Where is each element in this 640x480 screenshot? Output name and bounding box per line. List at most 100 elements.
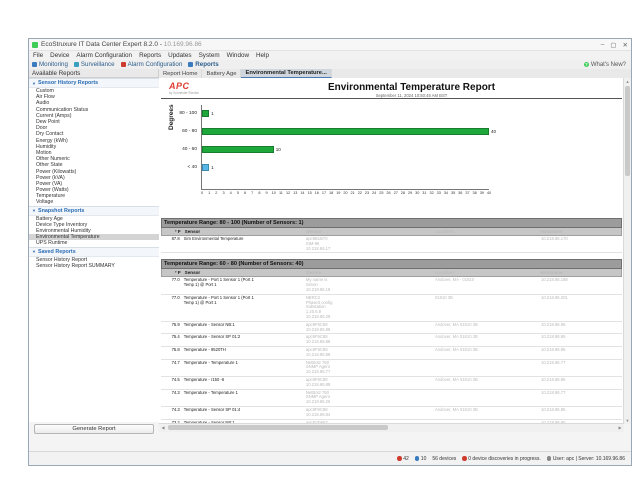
- perspective-surveillance[interactable]: Surveillance: [74, 61, 115, 68]
- table-row[interactable]: 75.4Temperature - Sensor SP 01:2apc9F9C8…: [161, 334, 622, 347]
- perspective-label: Monitoring: [39, 61, 68, 68]
- whats-new-link[interactable]: ?What's New?: [584, 62, 628, 68]
- menu-item-system[interactable]: System: [199, 52, 220, 59]
- cell-sensor: Temperature - Sensor SP 01:2: [182, 334, 304, 346]
- chart-x-tick-label: 29: [408, 191, 412, 195]
- cell-loc: Andover, MA - 01810: [433, 277, 539, 293]
- cell-sensor: Temperature - Temperature 1: [182, 360, 304, 376]
- menu-item-help[interactable]: Help: [256, 52, 269, 59]
- chart-x-tick-label: 38: [473, 191, 477, 195]
- temperature-bar-chart: Degrees 14010101234567891011121314151617…: [159, 102, 624, 214]
- table-row[interactable]: 77.0Temperature - Port 1 Sensor 1 (Port …: [161, 277, 622, 294]
- table-column-header-row: ° FSensorDeviceLocationHostname: [161, 269, 622, 277]
- chart-x-tick-label: 31: [422, 191, 426, 195]
- column-header-f[interactable]: ° F: [162, 228, 183, 235]
- app-icon: [32, 42, 38, 48]
- minimize-icon[interactable]: –: [601, 41, 605, 49]
- chart-x-tick-label: 13: [293, 191, 297, 195]
- title-bar[interactable]: EcoStruxure IT Data Center Expert 8.2.0 …: [29, 39, 631, 51]
- menu-item-device[interactable]: Device: [50, 52, 69, 59]
- sidebar-section-snapshot-reports[interactable]: ▼Snapshot Reports: [29, 206, 159, 216]
- sidebar-section-saved-reports[interactable]: ▼Saved Reports: [29, 247, 159, 257]
- cell-loc: Andover, MA 01810 3B: [433, 334, 539, 346]
- sidebar-section-title: Sensor History Reports: [38, 80, 98, 86]
- column-header-device[interactable]: Device: [304, 269, 433, 276]
- sidebar-item-sensor-history-report-summary[interactable]: Sensor History Report SUMMARY: [29, 263, 159, 269]
- cell-f: 75.4: [161, 334, 182, 346]
- cell-sensor: Temperature - Sensor NB:1: [182, 322, 304, 334]
- sidebar-section-sensor-history-reports[interactable]: ▼Sensor History Reports: [29, 78, 159, 88]
- column-header-loc[interactable]: Location: [433, 228, 539, 235]
- window-title: EcoStruxure IT Data Center Expert 8.2.0 …: [41, 41, 202, 48]
- table-row[interactable]: 75.8Temperature - 9520THapc9F9C8810.218.…: [161, 347, 622, 360]
- scroll-down-icon[interactable]: ▼: [624, 417, 631, 424]
- column-header-host[interactable]: Hostname: [538, 269, 621, 276]
- table-row[interactable]: 87.8Sim Environmental Temperatureapc9B1B…: [161, 236, 622, 253]
- menu-item-window[interactable]: Window: [227, 52, 249, 59]
- chart-x-tick-label: 19: [336, 191, 340, 195]
- status-segment[interactable]: 56 devices: [432, 456, 456, 462]
- prog-status-icon: [462, 456, 467, 461]
- column-header-loc[interactable]: Location: [433, 269, 539, 276]
- info-status-icon: [415, 456, 420, 461]
- status-segment[interactable]: 10: [415, 456, 427, 462]
- status-text: 10: [421, 456, 427, 462]
- status-segment[interactable]: 0 device discoveries in progress.: [462, 456, 541, 462]
- perspective-reports[interactable]: Reports: [188, 61, 218, 68]
- generate-report-button[interactable]: Generate Report: [34, 424, 154, 434]
- cell-f: 77.0: [161, 295, 182, 321]
- table-row[interactable]: 74.3Temperature - Temperature 1NetBotz 7…: [161, 390, 622, 407]
- table-row[interactable]: 74.7Temperature - Temperature 1NetBotz 7…: [161, 360, 622, 377]
- menu-item-updates[interactable]: Updates: [168, 52, 191, 59]
- scroll-right-icon[interactable]: ▶: [616, 424, 624, 432]
- chart-bar[interactable]: [202, 164, 209, 171]
- apc-logo: APC by Schneider Electric: [169, 82, 199, 95]
- cell-device: NetBotz 750SNMP Agent10.218.86.77: [304, 360, 433, 376]
- column-header-sensor[interactable]: Sensor: [183, 228, 305, 235]
- status-text: User: apc | Server: 10.169.96.86: [553, 456, 625, 462]
- cell-f: 74.3: [161, 407, 182, 419]
- tab-environmental-temperature-[interactable]: Environmental Temperature...: [241, 69, 331, 78]
- column-header-host[interactable]: Hostname: [538, 228, 621, 235]
- tab-report-home[interactable]: Report Home: [159, 69, 202, 78]
- table-row[interactable]: 74.5Temperature - r150 -6apc9F9C8810.218…: [161, 377, 622, 390]
- menu-item-alarm-configuration[interactable]: Alarm Configuration: [76, 52, 132, 59]
- column-header-sensor[interactable]: Sensor: [183, 269, 305, 276]
- cell-device: apc9F9C8810.218.86.84: [304, 407, 433, 419]
- cell-f: 74.5: [161, 377, 182, 389]
- perspective-alarm-configuration[interactable]: Alarm Configuration: [121, 61, 183, 68]
- maximize-icon[interactable]: ▢: [610, 41, 616, 49]
- scroll-left-icon[interactable]: ◀: [159, 424, 167, 432]
- chart-x-tick-label: 33: [437, 191, 441, 195]
- column-header-device[interactable]: Device: [304, 228, 433, 235]
- cell-loc: [433, 236, 539, 252]
- vertical-scroll-thumb[interactable]: [625, 86, 630, 176]
- horizontal-scroll-thumb[interactable]: [168, 425, 388, 430]
- tab-battery-age[interactable]: Battery Age: [202, 69, 241, 78]
- status-segment[interactable]: 42: [397, 456, 409, 462]
- chart-bar[interactable]: [202, 128, 489, 135]
- chart-bar[interactable]: [202, 146, 274, 153]
- close-icon[interactable]: ✕: [623, 41, 628, 49]
- apc-logo-text: APC: [169, 82, 199, 91]
- scroll-up-icon[interactable]: ▲: [624, 78, 631, 85]
- status-text: 42: [403, 456, 409, 462]
- perspective-monitoring[interactable]: Monitoring: [32, 61, 68, 68]
- table-row[interactable]: 77.0Temperature - Port 1 Sensor 1 (Port …: [161, 295, 622, 322]
- cell-loc: Andover, MA 01810 3B: [433, 407, 539, 419]
- chart-x-tick-label: 6: [244, 191, 246, 195]
- column-header-f[interactable]: ° F: [162, 269, 183, 276]
- chart-x-tick-label: 17: [322, 191, 326, 195]
- menu-item-file[interactable]: File: [33, 52, 43, 59]
- chart-x-tick-label: 25: [379, 191, 383, 195]
- table-row[interactable]: 74.3Temperature - Sensor SP 01:4apc9F9C8…: [161, 407, 622, 420]
- status-segment[interactable]: User: apc | Server: 10.169.96.86: [547, 456, 625, 462]
- table-row[interactable]: 75.9Temperature - Sensor NB:1apc9F9C8810…: [161, 322, 622, 335]
- chart-bar[interactable]: [202, 110, 209, 117]
- cell-device: apc9F9C8810.218.86.88: [304, 377, 433, 389]
- cell-loc: [433, 390, 539, 406]
- report-horizontal-scrollbar[interactable]: ◀ ▶: [159, 423, 624, 432]
- menu-item-reports[interactable]: Reports: [139, 52, 161, 59]
- report-vertical-scrollbar[interactable]: ▲ ▼: [623, 78, 631, 424]
- cell-f: 87.8: [161, 236, 182, 252]
